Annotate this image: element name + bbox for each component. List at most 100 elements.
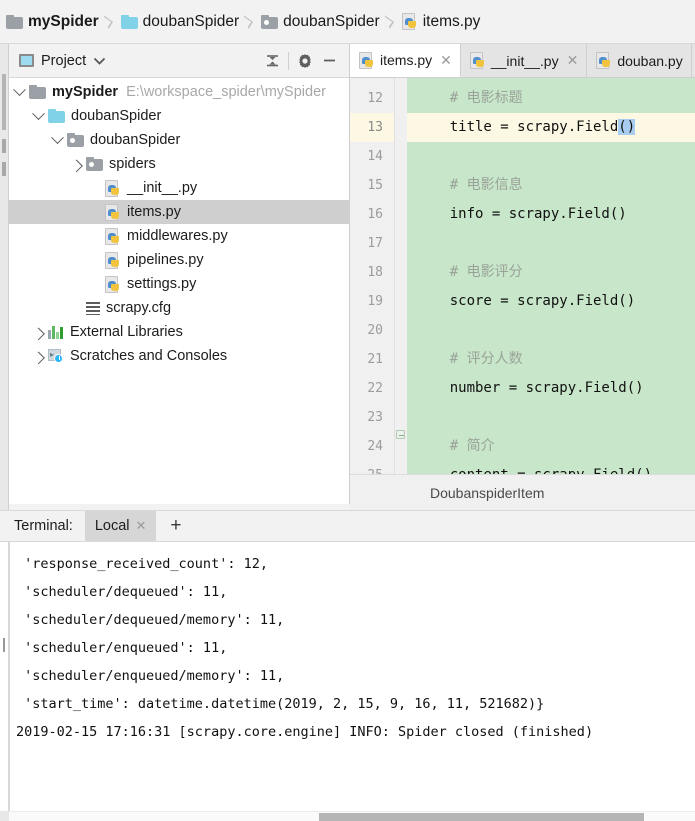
chevron-down-icon[interactable]	[9, 80, 29, 104]
python-file-icon	[401, 13, 418, 30]
line-number: 12	[367, 91, 383, 106]
editor-structure-breadcrumb[interactable]: DoubanspiderItem	[350, 474, 695, 510]
project-panel-header: Project	[9, 44, 349, 78]
tree-node-doubanspider[interactable]: doubanSpider	[9, 128, 349, 152]
tree-node-doubanspider[interactable]: doubanSpider	[9, 104, 349, 128]
code-line: # 简介	[407, 432, 695, 461]
tree-node-path: E:\workspace_spider\mySpider	[126, 84, 326, 100]
code-line-text: # 评分人数	[416, 351, 523, 367]
code-editor[interactable]: 121314151617181920212223242526 # 电影标题 ti…	[350, 78, 695, 512]
project-tree[interactable]: mySpider E:\workspace_spider\mySpiderdoub…	[9, 78, 349, 368]
python-file-icon	[105, 251, 121, 269]
chevron-right-icon[interactable]	[66, 152, 86, 176]
tree-node-label: settings.py	[127, 276, 197, 292]
tree-node-init-py[interactable]: __init__.py	[9, 176, 349, 200]
code-folding-gutter[interactable]	[395, 78, 407, 474]
python-file-icon	[105, 275, 121, 293]
tree-node-middlewares-py[interactable]: middlewares.py	[9, 224, 349, 248]
external-libraries-icon	[48, 325, 64, 339]
tree-node-myspider[interactable]: mySpider E:\workspace_spider\mySpider	[9, 80, 349, 104]
gear-icon[interactable]	[293, 49, 317, 73]
python-file-icon	[105, 203, 121, 221]
terminal-horizontal-scrollbar[interactable]	[9, 811, 695, 821]
tree-node-label: mySpider	[52, 84, 119, 100]
editor-area: items.py ✕ __init__.py ✕ douban.py 12 13 14 15 1…	[350, 44, 695, 512]
tree-node-label: scrapy.cfg	[106, 300, 172, 316]
python-file-icon	[359, 51, 375, 69]
fold-marker-icon[interactable]	[396, 430, 405, 439]
tree-node-label: doubanSpider	[71, 108, 162, 124]
line-number: 21	[367, 352, 383, 367]
chevron-down-icon[interactable]	[94, 52, 106, 70]
collapse-all-icon[interactable]	[260, 49, 284, 73]
project-panel-title: Project	[41, 52, 87, 69]
breadcrumb-item-myspider[interactable]: mySpider	[6, 0, 99, 44]
python-file-icon	[105, 179, 121, 197]
folder-source-icon	[261, 14, 279, 29]
tree-node-external-libraries[interactable]: External Libraries	[9, 320, 349, 344]
project-tool-window: Project mySpider E:\workspace_spider\myS…	[9, 44, 350, 504]
breadcrumb-label: items.py	[422, 12, 481, 30]
close-icon[interactable]: ✕	[440, 52, 452, 69]
line-number: 17	[367, 236, 383, 251]
code-text-area[interactable]: # 电影标题 title = scrapy.Field() # 电影信息 inf…	[407, 78, 695, 474]
tree-node-settings-py[interactable]: settings.py	[9, 272, 349, 296]
breadcrumb-item-doubanspider-outer[interactable]: doubanSpider	[120, 0, 239, 44]
tree-node-pipelines-py[interactable]: pipelines.py	[9, 248, 349, 272]
breadcrumb-item-doubanspider-inner[interactable]: doubanSpider	[261, 0, 380, 44]
tool-window-tab-structure[interactable]	[2, 139, 6, 153]
code-line: info = scrapy.Field()	[407, 200, 695, 229]
left-tool-window-bar[interactable]	[0, 44, 9, 510]
tree-node-label: pipelines.py	[127, 252, 204, 268]
terminal-tab-label: Local	[94, 518, 130, 534]
tool-window-tab-favorites[interactable]	[2, 162, 6, 176]
breadcrumb-label: mySpider	[28, 12, 99, 30]
code-line: content = scrapy.Field()	[407, 461, 695, 474]
pycharm-window: mySpider doubanSpider doubanSpider items…	[0, 0, 695, 821]
breadcrumb-separator-icon	[99, 0, 121, 44]
chevron-down-icon[interactable]	[47, 128, 67, 152]
line-number: 15	[367, 178, 383, 193]
breadcrumb-item-items-py[interactable]: items.py	[401, 0, 481, 44]
terminal-tab-local[interactable]: Local ✕	[84, 511, 157, 541]
line-number: 16	[367, 207, 383, 222]
breadcrumb-separator-icon	[380, 0, 402, 44]
close-icon[interactable]: ✕	[567, 52, 579, 69]
breadcrumb-separator-icon	[239, 0, 261, 44]
close-icon[interactable]: ✕	[136, 518, 147, 534]
terminal-line: 'scheduler/enqueued': 11,	[16, 640, 228, 656]
tree-node-scratches-and-consoles[interactable]: ▸ Scratches and Consoles	[9, 344, 349, 368]
editor-tab-label: items.py	[380, 52, 433, 68]
tree-node-items-py[interactable]: items.py	[9, 200, 349, 224]
line-number: 18	[367, 265, 383, 280]
scratches-icon: ▸	[48, 348, 64, 364]
code-line: # 电影标题	[407, 84, 695, 113]
editor-tab-items-py[interactable]: items.py ✕	[350, 44, 461, 77]
code-line-text: number = scrapy.Field()	[416, 380, 644, 396]
tree-node-scrapy-cfg[interactable]: scrapy.cfg	[9, 296, 349, 320]
chevron-right-icon[interactable]	[28, 320, 48, 344]
code-line: number = scrapy.Field()	[407, 374, 695, 403]
chevron-right-icon[interactable]	[28, 344, 48, 368]
terminal-output[interactable]: 'response_received_count': 12, 'schedule…	[0, 542, 695, 821]
chevron-down-icon[interactable]	[28, 104, 48, 128]
editor-tab-douban-py[interactable]: douban.py	[587, 44, 692, 77]
code-line-text: # 电影信息	[416, 177, 523, 193]
code-line-text: # 电影评分	[416, 264, 523, 280]
plus-icon[interactable]: +	[156, 511, 195, 541]
editor-tab-init-py[interactable]: __init__.py ✕	[460, 44, 588, 77]
tree-node-label: spiders	[109, 156, 156, 172]
structure-breadcrumb-label: DoubanspiderItem	[430, 484, 545, 501]
folder-source-icon	[86, 157, 103, 171]
tool-window-tab-project[interactable]	[2, 74, 6, 130]
project-icon	[19, 54, 34, 67]
tree-node-spiders[interactable]: spiders	[9, 152, 349, 176]
selected-text: ()	[618, 119, 636, 135]
code-line-text: # 简介	[416, 438, 495, 454]
minimize-icon[interactable]	[317, 49, 341, 73]
scrollbar-thumb[interactable]	[319, 813, 644, 821]
